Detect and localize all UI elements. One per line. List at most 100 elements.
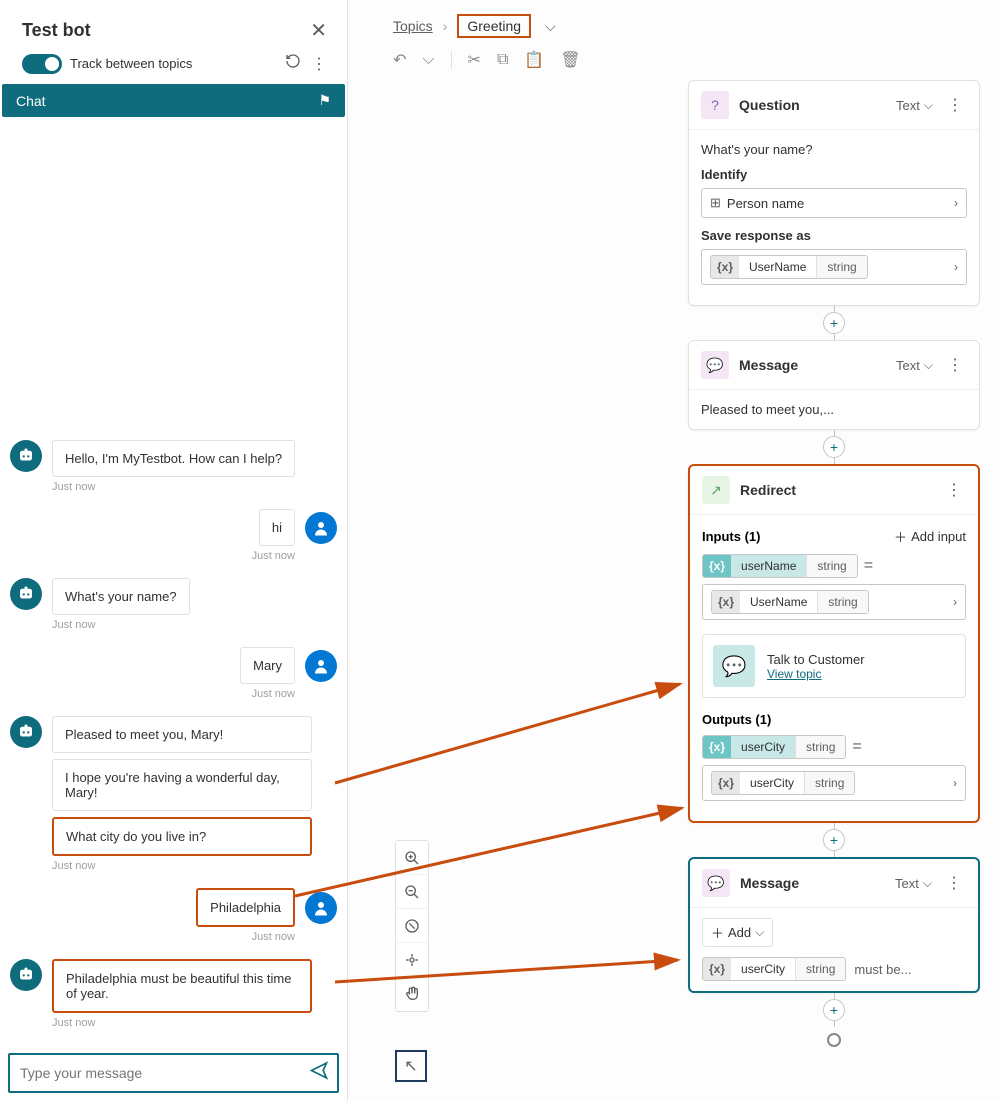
timestamp: Just now (52, 481, 337, 493)
message-icon: 💬 (701, 351, 729, 379)
chat-tab[interactable]: Chat ⚑ (2, 84, 345, 117)
chevron-right-icon: › (954, 260, 958, 274)
end-node-icon (827, 1033, 841, 1047)
test-bot-title: Test bot (22, 20, 91, 41)
close-icon[interactable]: ✕ (310, 18, 327, 43)
zoom-out-icon[interactable] (396, 875, 428, 909)
node-type-dropdown[interactable]: Text ⌵ (896, 98, 933, 113)
more-vertical-icon[interactable]: ⋮ (942, 873, 966, 893)
chevron-right-icon: › (953, 595, 957, 609)
breadcrumb: Topics › Greeting ⌵ (348, 0, 1000, 48)
chevron-right-icon: › (443, 18, 448, 34)
add-node-button[interactable]: + (823, 436, 845, 458)
more-vertical-icon[interactable]: ⋮ (311, 54, 327, 74)
bot-message: What's your name? (52, 578, 190, 615)
more-vertical-icon[interactable]: ⋮ (943, 95, 967, 115)
message-text[interactable]: Pleased to meet you,... (701, 402, 967, 417)
variable-icon: {x} (703, 555, 731, 577)
redirect-target-title: Talk to Customer (767, 652, 865, 667)
delete-icon[interactable]: 🗑 (560, 50, 580, 70)
timestamp: Just now (52, 1017, 337, 1029)
bot-message-highlighted: What city do you live in? (52, 817, 312, 856)
bot-message: Hello, I'm MyTestbot. How can I help? (52, 440, 295, 477)
user-avatar-icon (305, 512, 337, 544)
node-type-dropdown[interactable]: Text ⌵ (895, 876, 932, 891)
chevron-right-icon: › (953, 776, 957, 790)
node-title: Question (739, 97, 886, 113)
add-input-button[interactable]: ＋ Add input (894, 527, 966, 546)
copy-icon[interactable]: ⧉ (497, 51, 508, 69)
user-message: Mary (240, 647, 295, 684)
redirect-icon: ↗ (702, 476, 730, 504)
variable-icon: {x} (711, 256, 739, 278)
breadcrumb-current-highlighted: Greeting (457, 14, 531, 38)
view-topic-link[interactable]: View topic (767, 667, 865, 681)
bot-message: Pleased to meet you, Mary! (52, 716, 312, 753)
node-title: Redirect (740, 482, 932, 498)
chevron-down-icon[interactable]: ⌵ (545, 18, 556, 35)
refresh-icon[interactable] (285, 53, 301, 74)
variable-icon: {x} (712, 772, 740, 794)
breadcrumb-current: Greeting (467, 18, 521, 34)
authoring-canvas: Topics › Greeting ⌵ ↶ ⌵ ✂ ⧉ 📋 🗑 ? Questi… (348, 0, 1000, 1101)
variable-icon: {x} (703, 958, 731, 980)
variable-icon: {x} (712, 591, 740, 613)
bot-avatar-icon (10, 578, 42, 610)
node-title: Message (739, 357, 886, 373)
pan-icon[interactable] (396, 977, 428, 1011)
user-avatar-icon (305, 650, 337, 682)
output-binding-field[interactable]: {x}userCitystring › (702, 765, 966, 801)
timestamp: Just now (10, 931, 295, 943)
bot-message-highlighted: Philadelphia must be beautiful this time… (52, 959, 312, 1013)
more-vertical-icon[interactable]: ⋮ (942, 480, 966, 500)
cut-icon[interactable]: ✂ (468, 50, 481, 70)
add-variation-button[interactable]: ＋ Add ⌵ (702, 918, 773, 947)
node-list: ? Question Text ⌵ ⋮ What's your name? Id… (348, 80, 1000, 1047)
redirect-node-highlighted[interactable]: ↗ Redirect ⋮ Inputs (1) ＋ Add input {x}u… (688, 464, 980, 823)
chat-input[interactable] (8, 1053, 339, 1093)
send-icon[interactable] (309, 1061, 329, 1086)
breadcrumb-topics[interactable]: Topics (393, 18, 433, 34)
identify-label: Identify (701, 167, 967, 182)
test-bot-panel: Test bot ✕ Track between topics ⋮ Chat ⚑… (0, 0, 348, 1101)
zoom-reset-icon[interactable] (396, 909, 428, 943)
add-node-button[interactable]: + (823, 999, 845, 1021)
question-prompt[interactable]: What's your name? (701, 142, 967, 157)
toolbar-divider (451, 51, 452, 69)
fit-icon[interactable] (396, 943, 428, 977)
undo-dropdown-icon[interactable]: ⌵ (422, 51, 434, 69)
canvas-toolbar: ↶ ⌵ ✂ ⧉ 📋 🗑 (348, 48, 1000, 80)
input-binding-field[interactable]: {x}UserNamestring › (702, 584, 966, 620)
bot-avatar-icon (10, 959, 42, 991)
message-node-selected[interactable]: 💬 Message Text ⌵ ⋮ ＋ Add ⌵ {x}userCityst… (688, 857, 980, 993)
more-vertical-icon[interactable]: ⋮ (943, 355, 967, 375)
outputs-label: Outputs (1) (702, 712, 771, 727)
node-type-dropdown[interactable]: Text ⌵ (896, 358, 933, 373)
paste-icon[interactable]: 📋 (524, 50, 544, 70)
question-node[interactable]: ? Question Text ⌵ ⋮ What's your name? Id… (688, 80, 980, 306)
redirect-target[interactable]: 💬 Talk to Customer View topic (702, 634, 966, 698)
zoom-in-icon[interactable] (396, 841, 428, 875)
bot-avatar-icon (10, 440, 42, 472)
add-node-button[interactable]: + (823, 312, 845, 334)
identify-field[interactable]: ⊞Person name › (701, 188, 967, 218)
track-toggle[interactable] (22, 54, 62, 74)
undo-icon[interactable]: ↶ (393, 50, 406, 70)
bot-message: I hope you're having a wonderful day, Ma… (52, 759, 312, 811)
timestamp: Just now (10, 688, 295, 700)
message-icon: 💬 (702, 869, 730, 897)
node-title: Message (740, 875, 885, 891)
test-bot-header: Test bot ✕ (0, 0, 347, 53)
inputs-label: Inputs (1) (702, 529, 761, 544)
add-node-button[interactable]: + (823, 829, 845, 851)
user-avatar-icon (305, 892, 337, 924)
timestamp: Just now (10, 550, 295, 562)
save-response-label: Save response as (701, 228, 967, 243)
variable-icon: {x} (703, 736, 731, 758)
message-node[interactable]: 💬 Message Text ⌵ ⋮ Pleased to meet you,.… (688, 340, 980, 430)
chevron-right-icon: › (954, 196, 958, 210)
flag-icon[interactable]: ⚑ (318, 92, 331, 109)
message-content[interactable]: {x}userCitystring must be... (702, 957, 966, 981)
selection-tool-icon[interactable]: ↖ (395, 1050, 427, 1082)
save-response-field[interactable]: {x}UserNamestring › (701, 249, 967, 285)
